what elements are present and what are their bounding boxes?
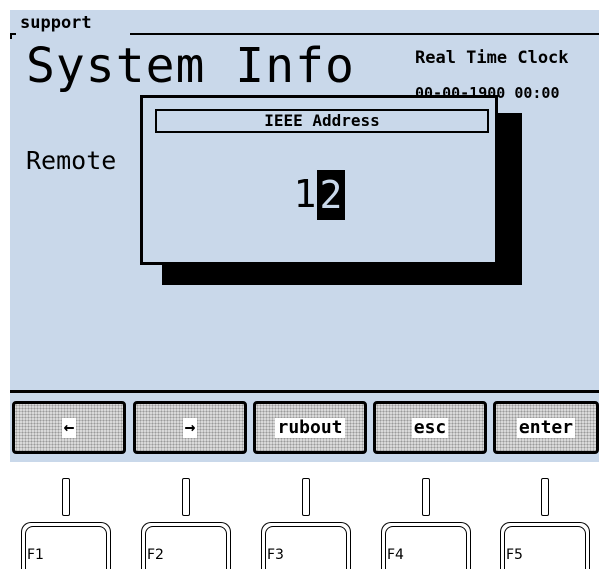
clock-label: Real Time Clock (415, 48, 569, 68)
f3-key-label: F3 (267, 547, 284, 563)
key-connector (541, 478, 549, 516)
softkey-divider (10, 390, 599, 393)
remote-label: Remote (26, 146, 117, 175)
right-arrow-softkey[interactable]: → (133, 401, 247, 454)
left-arrow-icon: ← (61, 416, 77, 438)
f5-key-label: F5 (506, 547, 523, 563)
right-arrow-icon: → (182, 416, 198, 438)
dialog-title: IEEE Address (155, 109, 489, 133)
softkey-row: ← → rubout esc enter (10, 401, 599, 457)
f4-key-label: F4 (387, 547, 404, 563)
address-cursor-digit[interactable]: 2 (317, 170, 345, 220)
key-connector (62, 478, 70, 516)
key-connector (422, 478, 430, 516)
esc-label: esc (411, 416, 449, 438)
key-connector (182, 478, 190, 516)
f3-key[interactable]: F3 (261, 522, 351, 569)
key-connector (302, 478, 310, 516)
left-arrow-softkey[interactable]: ← (12, 401, 126, 454)
lcd-screen: support System Info Real Time Clock 00-0… (10, 10, 599, 462)
ieee-address-dialog: IEEE Address 1 2 (140, 95, 498, 265)
section-frame: support System Info Real Time Clock 00-0… (10, 10, 599, 395)
enter-softkey[interactable]: enter (493, 401, 599, 454)
esc-softkey[interactable]: esc (373, 401, 487, 454)
f5-key[interactable]: F5 (500, 522, 590, 569)
address-digit: 1 (293, 172, 317, 216)
section-title: support (20, 13, 92, 33)
ieee-address-input[interactable]: 1 2 (293, 170, 345, 220)
f4-key[interactable]: F4 (381, 522, 471, 569)
section-rule-right (130, 33, 599, 35)
f2-key[interactable]: F2 (141, 522, 231, 569)
f1-key[interactable]: F1 (21, 522, 111, 569)
f2-key-label: F2 (147, 547, 164, 563)
rubout-softkey[interactable]: rubout (253, 401, 367, 454)
page-title: System Info (26, 38, 355, 94)
f1-key-label: F1 (27, 547, 44, 563)
enter-label: enter (516, 416, 576, 438)
rubout-label: rubout (275, 416, 345, 438)
section-rule-corner (10, 33, 12, 39)
